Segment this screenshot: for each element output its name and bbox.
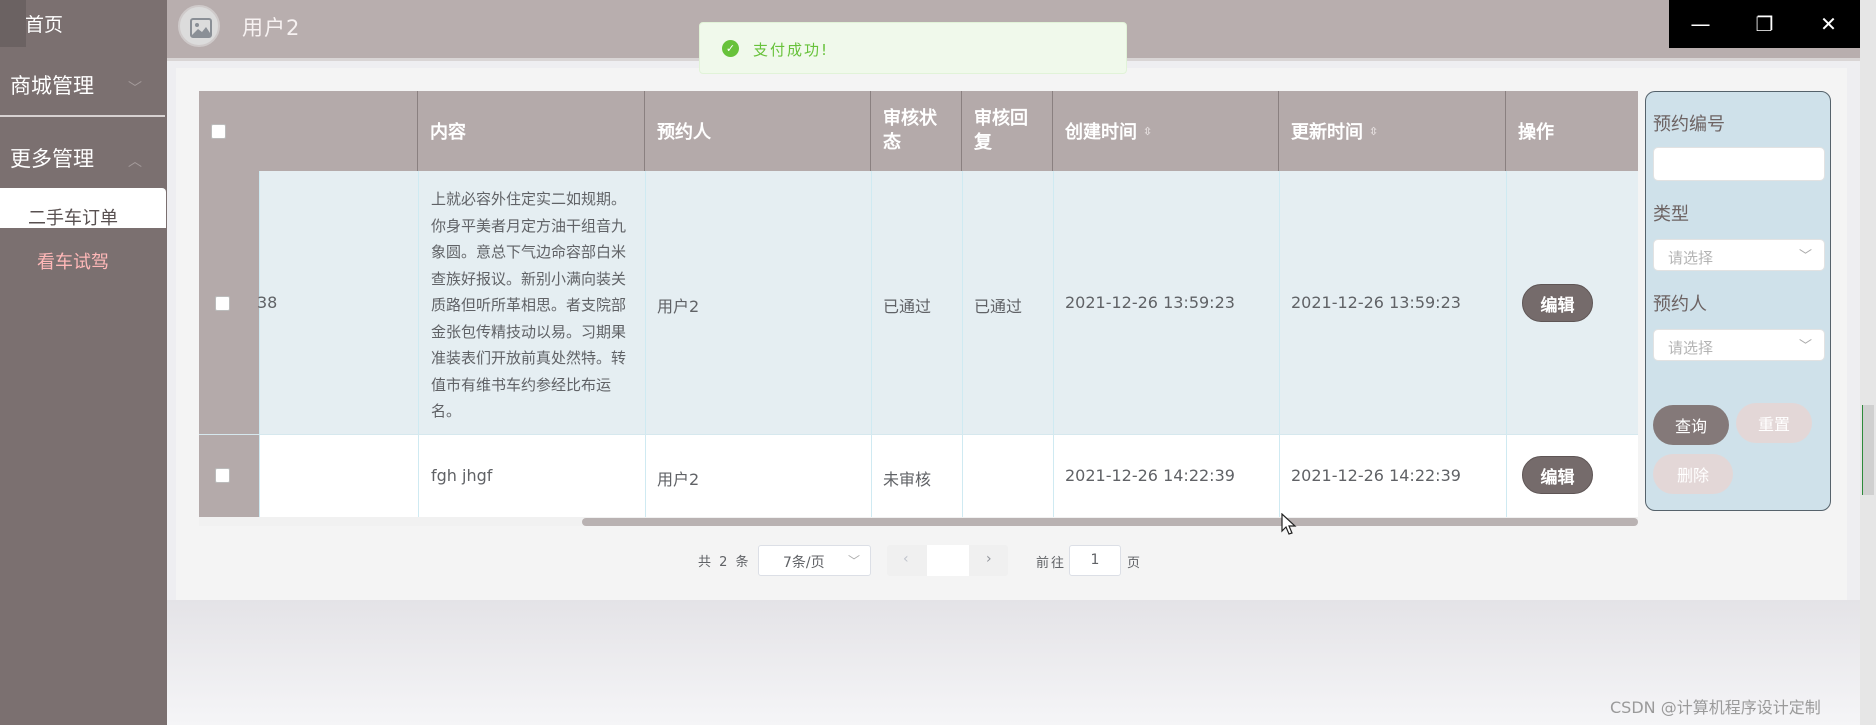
- reserver-select-placeholder: 请选择: [1668, 339, 1714, 357]
- cell-content: fgh jhgf: [431, 466, 493, 485]
- sidebar-item-label: 二手车订单: [28, 208, 118, 229]
- check-circle-icon: ✓: [722, 40, 739, 57]
- sidebar-item-home[interactable]: 首页: [25, 10, 63, 37]
- page-scrollbar[interactable]: [1862, 405, 1874, 495]
- cell-reserver: 用户2: [657, 470, 700, 489]
- prev-page-icon[interactable]: ‹: [903, 551, 909, 567]
- window-edge: [1860, 0, 1876, 725]
- data-table: 内容 预约人 审核状态 审核回复 创建时间 ⇳ 更新时间 ⇳ 操作 38 上就必容外…: [199, 91, 1638, 526]
- home-tab-marker: [0, 0, 26, 47]
- cell-review-reply: 已通过: [974, 297, 1023, 316]
- chevron-down-icon: ﹀: [847, 554, 860, 568]
- search-panel: 预约编号 类型 请选择 ﹀ 预约人 请选择 ﹀ 查询 重置 删除: [1645, 91, 1831, 511]
- window-controls: — ❐ ✕: [1669, 0, 1860, 48]
- next-page-icon[interactable]: ›: [986, 551, 992, 567]
- column-header-review-reply: 审核回复: [962, 91, 1053, 171]
- grid-line: [199, 434, 1638, 435]
- sidebar-group-mall[interactable]: 商城管理: [10, 70, 94, 100]
- chevron-down-icon: ﹀: [128, 81, 142, 97]
- type-select-placeholder: 请选择: [1668, 249, 1714, 267]
- cell-updated: 2021-12-26 14:22:39: [1291, 466, 1461, 485]
- type-select[interactable]: 请选择 ﹀: [1653, 239, 1825, 271]
- column-header-actions: 操作: [1518, 122, 1554, 143]
- success-message-text: 支付成功!: [753, 41, 830, 59]
- watermark: CSDN @计算机程序设计定制: [1610, 698, 1821, 717]
- pagination-nav: ‹ ›: [887, 545, 1008, 576]
- chevron-up-icon: ︿: [128, 154, 142, 170]
- grid-line: [871, 171, 872, 517]
- cell-review-status: 未审核: [883, 470, 932, 489]
- grid-line: [259, 171, 260, 517]
- column-header-created[interactable]: 创建时间 ⇳: [1053, 91, 1279, 171]
- grid-line: [1279, 171, 1280, 517]
- minimize-icon[interactable]: —: [1669, 0, 1732, 48]
- column-header-id: [259, 91, 418, 171]
- page-size-value: 7条/页: [783, 555, 825, 571]
- grid-line: [418, 171, 419, 517]
- chevron-down-icon: ﹀: [1798, 339, 1812, 354]
- mouse-cursor-icon: [1281, 513, 1297, 535]
- query-button[interactable]: 查询: [1653, 405, 1729, 445]
- grid-line: [645, 171, 646, 517]
- edit-button[interactable]: 编辑: [1522, 456, 1593, 494]
- chevron-down-icon: ﹀: [1798, 249, 1812, 264]
- type-label: 类型: [1653, 204, 1689, 225]
- sidebar-divider: [0, 115, 165, 117]
- sidebar-group-more[interactable]: 更多管理: [10, 143, 94, 173]
- cell-updated: 2021-12-26 13:59:23: [1291, 293, 1461, 312]
- cell-content: 上就必容外住定实二如规期。你身平美者月定方油干组音九象圆。意总下气边命容部白米查…: [431, 190, 627, 420]
- cell-id: 38: [257, 293, 278, 312]
- reservation-no-label: 预约编号: [1653, 114, 1725, 135]
- edit-button[interactable]: 编辑: [1522, 284, 1593, 322]
- goto-unit: 页: [1127, 556, 1141, 571]
- cell-reserver: 用户2: [657, 297, 700, 316]
- page-footer-area: [167, 600, 1860, 725]
- grid-line: [1506, 171, 1507, 517]
- grid-line: [962, 171, 963, 517]
- delete-button[interactable]: 删除: [1653, 454, 1733, 494]
- column-header-content: 内容: [418, 91, 645, 171]
- goto-page-input[interactable]: 1: [1069, 545, 1121, 576]
- column-header-updated[interactable]: 更新时间 ⇳: [1279, 91, 1506, 171]
- sidebar: 首页 商城管理 ﹀ 更多管理 ︿ 二手车订单 看车试驾: [0, 0, 167, 725]
- row-checkbox[interactable]: [215, 468, 230, 483]
- current-page[interactable]: [927, 545, 969, 576]
- reservation-no-input[interactable]: [1653, 147, 1825, 181]
- pagination-total: 共 2 条: [698, 555, 751, 570]
- avatar[interactable]: [178, 5, 220, 47]
- cell-created: 2021-12-26 14:22:39: [1065, 466, 1235, 485]
- success-message: ✓ 支付成功!: [699, 22, 1127, 74]
- reserver-label: 预约人: [1653, 294, 1707, 315]
- page-size-select[interactable]: 7条/页 ﹀: [758, 545, 871, 576]
- restore-icon[interactable]: ❐: [1733, 0, 1796, 48]
- current-user-name: 用户2: [242, 16, 301, 40]
- close-icon[interactable]: ✕: [1797, 0, 1860, 48]
- select-all-checkbox[interactable]: [211, 124, 226, 139]
- horizontal-scrollbar-thumb[interactable]: [582, 518, 1638, 526]
- sidebar-item-used-car-orders[interactable]: 二手车订单: [0, 188, 166, 229]
- column-header-review-status: 审核状态: [871, 91, 962, 171]
- sidebar-item-test-drive[interactable]: 看车试驾: [37, 248, 109, 274]
- sort-icon[interactable]: ⇳: [1369, 125, 1378, 138]
- cell-created: 2021-12-26 13:59:23: [1065, 293, 1235, 312]
- row-checkbox[interactable]: [215, 296, 230, 311]
- sort-icon[interactable]: ⇳: [1143, 125, 1152, 138]
- image-icon: [190, 18, 212, 38]
- goto-label: 前往: [1036, 556, 1067, 571]
- reset-button[interactable]: 重置: [1736, 403, 1812, 443]
- reserver-select[interactable]: 请选择 ﹀: [1653, 329, 1825, 361]
- column-header-reserver: 预约人: [645, 91, 871, 171]
- grid-line: [1053, 171, 1054, 517]
- cell-review-status: 已通过: [883, 297, 932, 316]
